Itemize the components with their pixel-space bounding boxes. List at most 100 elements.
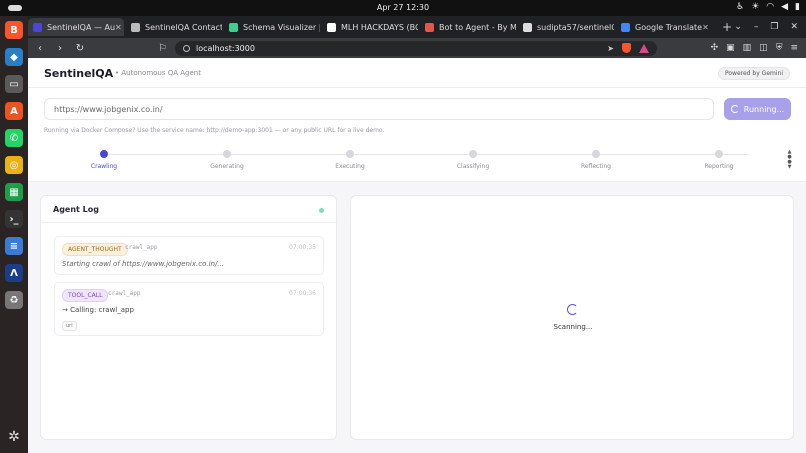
sidebar-icon[interactable]: ▥ — [743, 43, 752, 53]
app-launcher-a-icon[interactable]: Λ — [5, 264, 23, 282]
brave-rewards-icon[interactable] — [638, 43, 649, 53]
system-top-bar: Apr 27 12:30 ♿ ☀ ◠ ◀ ▮ — [0, 0, 806, 16]
whatsapp-icon[interactable]: ✆ — [5, 129, 23, 147]
battery-icon[interactable]: ▮ — [795, 2, 800, 12]
system-clock[interactable]: Apr 27 12:30 — [0, 3, 806, 12]
tab-favicon-icon — [327, 22, 336, 32]
log-time: 07:00:35 — [289, 244, 316, 251]
workspace: Agent Log AGENT_THOUGHT crawl_app 07:00:… — [28, 182, 806, 453]
site-info-icon[interactable] — [182, 44, 190, 52]
browser-tab[interactable]: MLH HACKDAYS (BO✕ — [322, 18, 418, 36]
bookmark-icon[interactable]: ⚐ — [158, 43, 167, 54]
step-reporting: Reporting — [689, 150, 749, 170]
minimize-icon[interactable]: – — [754, 22, 759, 32]
browser-tab[interactable]: sudipta57/sentinelQ✕ — [518, 18, 614, 36]
vpn-icon[interactable]: ⛨ — [776, 43, 783, 53]
browser-tab[interactable]: SentinelQA Contact✕ — [126, 18, 222, 36]
scroll-indicator[interactable]: ▲ ● ● ▼ — [787, 150, 792, 170]
brave-browser-icon[interactable]: B — [5, 21, 23, 39]
spreadsheet-icon[interactable]: ▦ — [5, 183, 23, 201]
accessibility-icon[interactable]: ♿ — [736, 2, 744, 12]
log-function: crawl_app — [125, 244, 158, 251]
extensions-icon[interactable]: ✣ — [711, 43, 719, 53]
log-entry[interactable]: AGENT_THOUGHT crawl_app 07:00:35 Startin… — [54, 236, 324, 275]
tab-close-icon[interactable]: ✕ — [115, 23, 122, 32]
browser-tab[interactable]: Schema Visualizer |✕ — [224, 18, 320, 36]
tab-favicon-icon — [229, 22, 238, 32]
tab-search-icon[interactable]: ⌄ — [734, 22, 742, 32]
new-tab-button[interactable]: + — [722, 20, 732, 34]
tab-label: MLH HACKDAYS (BO — [341, 22, 418, 32]
volume-icon[interactable]: ◀ — [781, 2, 788, 12]
chrome-icon[interactable]: ◎ — [5, 156, 23, 174]
agent-log-panel: Agent Log AGENT_THOUGHT crawl_app 07:00:… — [40, 195, 338, 440]
step-dot — [592, 150, 600, 158]
log-message: Starting crawl of https://www.jobgenix.c… — [62, 260, 225, 268]
vscode-icon[interactable]: ◆ — [5, 48, 23, 66]
step-dot — [223, 150, 231, 158]
argument-chip: url — [62, 321, 77, 331]
loading-spinner-icon — [567, 304, 578, 315]
app-dock: B ◆ ▭ A ✆ ◎ ▦ ›_ ≡ Λ ♻ ✲ — [0, 16, 28, 453]
tab-favicon-icon — [131, 22, 140, 32]
app-header: SentinelQA • Autonomous QA Agent Powered… — [28, 58, 806, 88]
share-icon[interactable]: ➤ — [607, 44, 614, 53]
browser-tab-bar: SentinelQA — Au✕SentinelQA Contact✕Schem… — [28, 16, 806, 38]
log-time: 07:00:36 — [289, 290, 316, 297]
pipeline-stepper: Crawling Generating Executing Classifying Re… — [48, 143, 783, 173]
brave-shields-icon[interactable] — [621, 43, 631, 53]
close-window-icon[interactable]: ✕ — [790, 22, 798, 32]
web-page: SentinelQA • Autonomous QA Agent Powered… — [28, 58, 806, 453]
app-tagline: • Autonomous QA Agent — [115, 69, 201, 77]
tab-label: Bot to Agent - By M — [439, 22, 516, 32]
address-bar[interactable]: localhost:3000 ➤ — [174, 40, 657, 56]
step-crawling: Crawling — [74, 150, 134, 170]
log-type-badge: AGENT_THOUGHT — [62, 243, 128, 256]
window-controls: ⌄ – ❐ ✕ — [734, 22, 806, 32]
browser-tab[interactable]: SentinelQA — Au ✕ — [28, 18, 124, 36]
wallet-2-icon[interactable]: ◫ — [759, 43, 768, 53]
browser-tab[interactable]: Google Translate ✕ — [616, 18, 712, 36]
tab-close-icon[interactable]: ✕ — [702, 23, 709, 32]
reload-icon[interactable]: ↻ — [72, 43, 88, 54]
trash-icon[interactable]: ♻ — [5, 291, 23, 309]
step-label: Classifying — [456, 163, 490, 170]
log-function: crawl_app — [108, 290, 141, 297]
step-label: Generating — [210, 163, 244, 170]
show-apps-icon[interactable]: ✲ — [5, 429, 23, 447]
agent-log-title: Agent Log — [53, 205, 99, 214]
step-classifying: Classifying — [443, 150, 503, 170]
tab-label: Google Translate — [635, 22, 703, 32]
log-entry[interactable]: TOOL_CALL crawl_app 07:00:36 → Calling: … — [54, 282, 324, 336]
tab-favicon-icon — [523, 22, 532, 32]
terminal-icon[interactable]: ›_ — [5, 210, 23, 228]
app-brand[interactable]: SentinelQA — [44, 67, 113, 80]
log-type-badge: TOOL_CALL — [62, 289, 109, 302]
tab-favicon-icon — [621, 22, 630, 32]
step-generating: Generating — [197, 150, 257, 170]
forward-icon[interactable]: › — [52, 43, 68, 54]
browser-tab[interactable]: Bot to Agent - By M✕ — [420, 18, 516, 36]
software-center-icon[interactable]: A — [5, 102, 23, 120]
document-icon[interactable]: ≡ — [5, 237, 23, 255]
files-icon[interactable]: ▭ — [5, 75, 23, 93]
step-dot — [469, 150, 477, 158]
scanning-status: Scanning... — [553, 323, 593, 331]
tab-favicon-icon — [33, 22, 42, 32]
powered-badge: Powered by Gemini — [717, 67, 790, 80]
wallet-icon[interactable]: ▣ — [726, 43, 735, 53]
step-label: Crawling — [90, 163, 118, 170]
step-label: Executing — [335, 163, 365, 170]
system-tray[interactable]: ♿ ☀ ◠ ◀ ▮ — [736, 2, 800, 12]
wifi-icon[interactable]: ◠ — [766, 2, 774, 12]
tab-label: SentinelQA Contact — [145, 22, 222, 32]
maximize-icon[interactable]: ❐ — [770, 22, 778, 32]
menu-icon[interactable]: ≡ — [790, 43, 798, 53]
run-button[interactable]: Running... — [724, 98, 791, 120]
brightness-icon[interactable]: ☀ — [751, 2, 759, 12]
step-dot — [346, 150, 354, 158]
target-url-input[interactable]: https://www.jobgenix.co.in/ — [44, 98, 714, 120]
toolbar-extensions: ✣ ▣ ▥ ◫ ⛨ ≡ — [711, 43, 798, 53]
back-icon[interactable]: ‹ — [32, 43, 48, 54]
tab-label: SentinelQA — Au — [47, 22, 116, 32]
